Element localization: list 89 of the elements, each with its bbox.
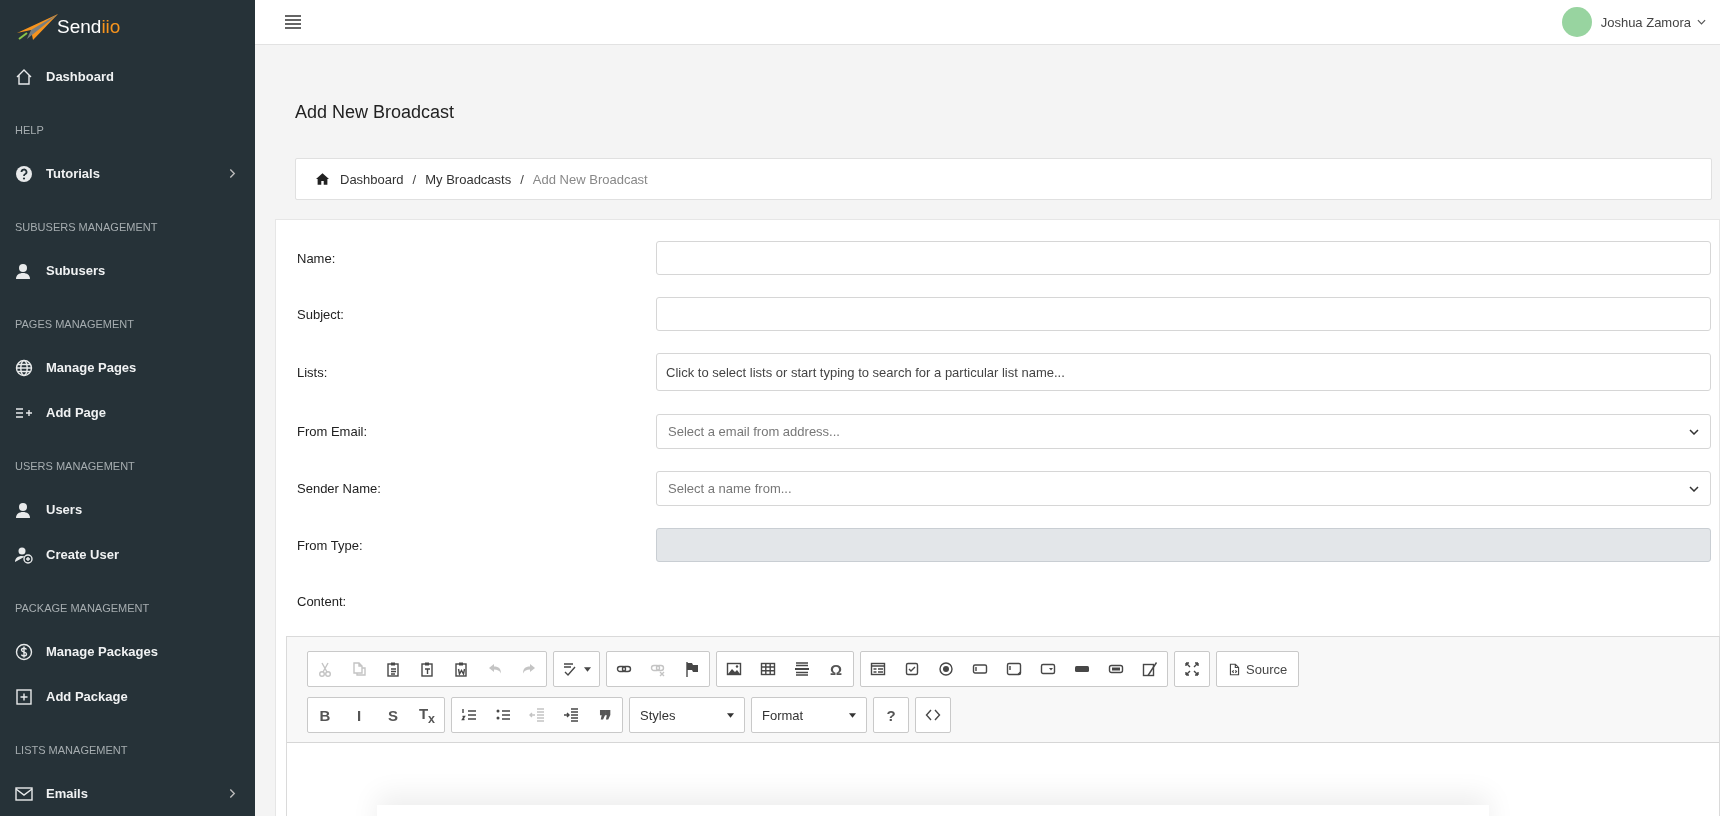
user-icon: [15, 261, 33, 280]
question-circle-icon: [15, 164, 33, 183]
input-field[interactable]: [656, 241, 1711, 275]
sidebar-item[interactable]: Emails: [0, 771, 255, 816]
form-icon: [870, 661, 886, 677]
house-icon: [15, 67, 33, 86]
clear-formatting-button[interactable]: T$_{x}$: [410, 698, 444, 732]
sidebar-section-heading: SUBUSERS MANAGEMENT: [15, 220, 159, 235]
outdent-icon: [529, 707, 545, 723]
envelope-icon: [15, 784, 33, 803]
horizontal-line-icon: [794, 661, 810, 677]
maximize-icon: [1184, 661, 1200, 677]
help-button[interactable]: ?: [874, 698, 908, 732]
sidebar-item[interactable]: Users: [0, 487, 255, 532]
clipboard-icon: [419, 661, 435, 677]
user-menu[interactable]: Joshua Zamora: [1600, 14, 1706, 30]
user-plus-icon: [15, 545, 33, 564]
breadcrumb-link[interactable]: Dashboard: [340, 171, 404, 187]
sidebar-item[interactable]: Add Package: [0, 674, 255, 719]
page-title: Add New Broadcast: [295, 102, 456, 123]
sidebar-section-heading: PAGES MANAGEMENT: [15, 317, 135, 332]
chevron-down-icon: [1689, 485, 1699, 492]
field-label: Name:: [297, 250, 337, 266]
sidebar-item[interactable]: Dashboard: [0, 54, 255, 99]
clipboard-icon: [385, 661, 401, 677]
chevron-down-icon: [1697, 19, 1706, 25]
plus-square-icon: [15, 687, 33, 706]
indent-icon: [563, 707, 579, 723]
sidebar-item[interactable]: Create User: [0, 532, 255, 577]
breadcrumb-separator: /: [520, 171, 524, 187]
sidebar-section-heading: LISTS MANAGEMENT: [15, 743, 129, 758]
sidebar-section-heading: USERS MANAGEMENT: [15, 459, 136, 474]
blockquote-button[interactable]: ❞: [588, 698, 622, 732]
home-icon: [316, 173, 329, 185]
current-page-label: Add New Broadcast: [532, 171, 648, 187]
field-label: From Email:: [297, 424, 369, 439]
table-icon: [760, 661, 776, 677]
field-label: Content:: [297, 593, 348, 609]
field-label: Sender Name:: [297, 481, 382, 496]
bulleted-list-icon: [495, 707, 511, 723]
select-field[interactable]: Select a name from...: [656, 471, 1711, 506]
dropdown-button[interactable]: Styles: [630, 698, 744, 732]
source-button[interactable]: Source: [1217, 652, 1299, 686]
hidden-field-icon: [1142, 661, 1158, 677]
spellcheck-icon: [562, 661, 578, 677]
caret-icon: [849, 712, 856, 718]
flag-icon: [684, 661, 700, 677]
input-field[interactable]: [656, 297, 1711, 331]
bold-button[interactable]: B: [308, 698, 342, 732]
field-label: Subject:: [297, 306, 345, 322]
image-icon: [726, 661, 742, 677]
dollar-circle-icon: [15, 642, 33, 661]
clipboard-icon: [453, 661, 469, 677]
user-icon: [15, 500, 33, 519]
text-area-icon: [1006, 661, 1022, 677]
menu-lines-icon: [285, 15, 301, 29]
chevron-down-icon: [1689, 428, 1699, 435]
select-box-icon: [1040, 661, 1056, 677]
scissors-icon: [317, 661, 333, 677]
copy-icon: [351, 661, 367, 677]
select-field[interactable]: Select a email from address...: [656, 414, 1711, 449]
caret-icon: [584, 666, 591, 672]
caret-icon: [727, 712, 734, 718]
sidebar-item[interactable]: Add Page: [0, 390, 255, 435]
checkbox-icon: [904, 661, 920, 677]
code-icon: [925, 707, 941, 723]
italic-button[interactable]: I: [342, 698, 376, 732]
field-label: Lists:: [297, 364, 329, 380]
globe-icon: [15, 358, 33, 377]
numbered-list-icon: [461, 707, 477, 723]
sidebar-section-heading: HELP: [15, 123, 45, 138]
field-label: From Type:: [297, 537, 364, 553]
paper-plane-logo-icon: [15, 13, 59, 41]
special-character-button[interactable]: Ω: [819, 652, 853, 686]
document-icon: [1228, 662, 1241, 676]
sidebar-item[interactable]: Subusers: [0, 248, 255, 293]
dropdown-button[interactable]: Format: [752, 698, 866, 732]
text-field-icon: [972, 661, 988, 677]
logo-text: Sendiio: [57, 16, 121, 38]
strikethrough-button[interactable]: S: [376, 698, 410, 732]
sidebar-item[interactable]: Tutorials: [0, 151, 255, 196]
sidebar-section-heading: PACKAGE MANAGEMENT: [15, 601, 151, 616]
sidebar-item[interactable]: Manage Packages: [0, 629, 255, 674]
breadcrumb-separator: /: [412, 171, 417, 187]
radio-button-icon: [938, 661, 954, 677]
menu-icon[interactable]: [283, 13, 303, 31]
breadcrumb-link[interactable]: My Broadcasts: [425, 171, 512, 187]
sidebar-item[interactable]: Manage Pages: [0, 345, 255, 390]
tag-input-field[interactable]: Click to select lists or start typing to search for a particular list name...: [656, 353, 1711, 391]
